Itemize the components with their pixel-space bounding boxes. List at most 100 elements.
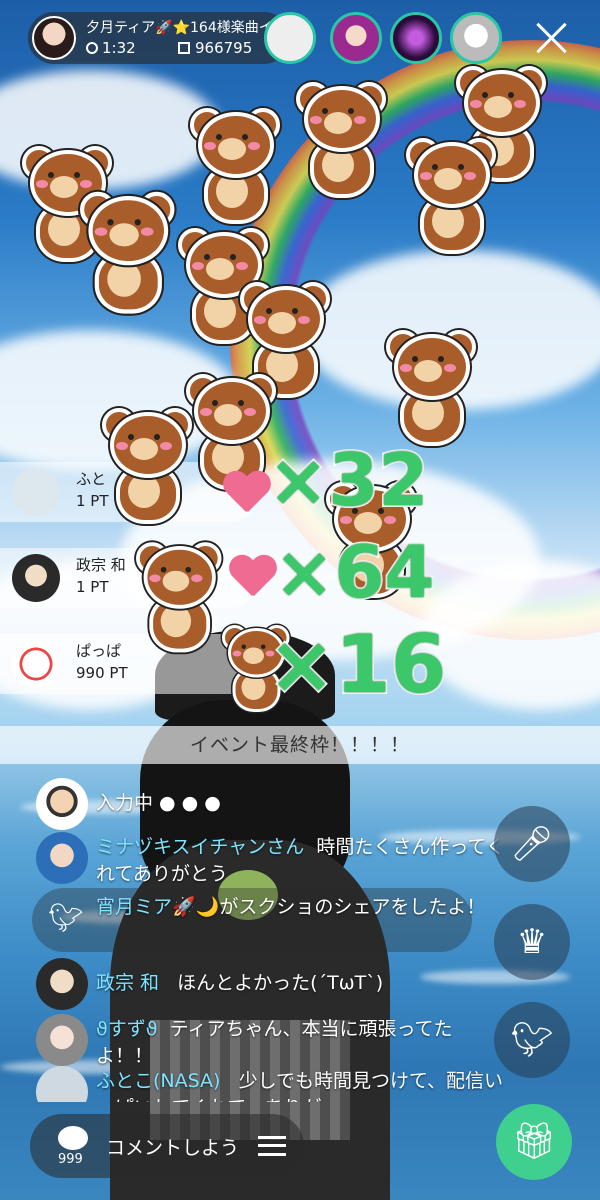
bear-eyer <box>292 308 298 314</box>
bear-eyel <box>432 164 438 170</box>
teddy-bear-gift <box>186 374 276 490</box>
event-banner: イベント最終枠！！！！ <box>0 726 600 764</box>
viewer-avatar[interactable] <box>264 12 316 64</box>
ranking-avatar <box>12 554 60 602</box>
bear-chr <box>298 316 310 324</box>
viewer-avatar[interactable] <box>450 12 502 64</box>
speech-bubble-icon <box>58 1126 88 1150</box>
bear-chl <box>94 227 108 236</box>
chat-text: 政宗 和 ほんとよかった(´TωT`) <box>96 970 506 997</box>
bear-chl <box>254 316 266 324</box>
host-name: 夕月ティア🚀⭐164様楽曲イ… <box>86 20 282 36</box>
host-points: 966795 <box>178 39 252 57</box>
chat-user[interactable]: ふとこ(NASA) <box>96 1070 220 1092</box>
bear-eyer <box>348 108 354 114</box>
twitter-share-button[interactable]: 🐦︎ <box>494 1002 570 1078</box>
bear-muz <box>434 168 462 190</box>
ranking-button[interactable]: ♛ <box>494 904 570 980</box>
chat-user[interactable]: ϑすずϑ <box>96 1018 158 1040</box>
bear-muz <box>50 176 78 198</box>
chat-body: がスクショのシェアをしたよ！ <box>219 896 486 918</box>
bear-eyer <box>261 644 266 649</box>
gift-button[interactable]: 🎁︎ <box>496 1104 572 1180</box>
bear-belly <box>204 294 236 328</box>
bear-belly <box>322 148 354 182</box>
stream-duration-value: 1:32 <box>102 39 136 57</box>
viewer-avatar[interactable] <box>330 12 382 64</box>
heart-icon <box>222 472 270 516</box>
twitter-icon: 🐦︎ <box>510 1020 554 1060</box>
bear-muz <box>484 96 512 118</box>
bear-muz <box>162 570 190 592</box>
bear-chl <box>200 408 212 416</box>
bear-muz <box>268 312 296 334</box>
bear-chr <box>464 172 476 180</box>
host-info-pill[interactable]: 夕月ティア🚀⭐164様楽曲イ… 1:32 966795 <box>28 12 290 64</box>
teddy-bear-gift <box>80 191 175 314</box>
bear-chr <box>191 574 203 583</box>
chat-message: 政宗 和 ほんとよかった(´TωT`) <box>36 958 566 1010</box>
chat-avatar <box>36 832 88 884</box>
chat-text: ミナヅキスイチャンさん 時間たくさん作ってくれてありがとう <box>96 834 506 888</box>
bear-eyel <box>241 644 246 649</box>
crown-icon: ♛ <box>516 922 548 962</box>
bear-chr <box>80 180 92 188</box>
chat-message: 🐦︎ 宵月ミア🚀🌙がスクショのシェアをしたよ！ <box>36 892 566 952</box>
bear-chl <box>420 172 432 180</box>
viewer-avatar[interactable] <box>390 12 442 64</box>
comment-count: 999 <box>58 1152 83 1167</box>
bear-eyer <box>508 92 514 98</box>
chat-user[interactable]: 政宗 和 <box>96 972 159 994</box>
bear-muz <box>130 438 158 460</box>
teddy-bear-gift <box>102 408 192 524</box>
bear-muz <box>109 223 139 247</box>
chat-avatar <box>36 1066 88 1102</box>
teddy-bear-gift <box>136 542 222 653</box>
bear-belly <box>160 604 192 638</box>
bear-eyel <box>322 108 328 114</box>
chat-body: ほんとよかった(´TωT`) <box>177 972 384 994</box>
chat-message: ミナヅキスイチャンさん 時間たくさん作ってくれてありがとう <box>36 832 566 888</box>
bear-belly <box>266 348 298 382</box>
bear-eyer <box>458 164 464 170</box>
chat-user[interactable]: 宵月ミア🚀🌙 <box>96 896 219 918</box>
teddy-bear-gift <box>296 82 386 198</box>
bear-muz <box>414 360 442 382</box>
bear-chl <box>470 100 482 108</box>
bear-eyer <box>238 400 244 406</box>
bear-chr <box>248 142 260 150</box>
bear-muz <box>206 258 234 280</box>
chat-user[interactable]: ミナヅキスイチャンさん <box>96 836 304 858</box>
bear-eyel <box>128 434 134 440</box>
stream-duration: 1:32 <box>86 39 136 57</box>
bear-eyer <box>230 254 236 260</box>
host-avatar[interactable] <box>32 16 76 60</box>
ranking-avatar <box>12 640 60 688</box>
bear-muz <box>218 138 246 160</box>
chat-avatar <box>36 778 88 830</box>
chat-text: ϑすずϑ ティアちゃん、本当に頑張ってたよ！！ <box>96 1016 506 1070</box>
bear-eyel <box>482 92 488 98</box>
bear-belly <box>128 474 160 508</box>
comment-input-bar[interactable]: 999 コメントしよう <box>30 1114 304 1178</box>
mic-list-button[interactable]: 🎤︎ <box>494 806 570 882</box>
bear-eyer <box>438 356 444 362</box>
close-icon[interactable] <box>532 18 572 58</box>
chat-avatar <box>36 1014 88 1066</box>
bear-belly <box>107 261 141 297</box>
ranking-name: 政宗 和 <box>76 556 126 574</box>
bear-eyer <box>74 172 80 178</box>
gift-icon: 🎁︎ <box>511 1121 557 1162</box>
ranking-points: 1 PT <box>76 578 109 596</box>
bear-chl <box>204 142 216 150</box>
bear-belly <box>48 212 80 246</box>
gift-ranking-row[interactable]: ぱっぱ 990 PT <box>0 634 260 694</box>
chat-text: ふとこ(NASA) 少しでも時間見つけて、配信いっぱいしてくれて、ありが <box>96 1068 506 1102</box>
comment-placeholder[interactable]: コメントしよう <box>106 1133 239 1160</box>
bear-chl <box>36 180 48 188</box>
bear-eyel <box>204 254 210 260</box>
bear-eyer <box>242 134 248 140</box>
typing-label: 入力中 ● ● ● <box>96 792 221 814</box>
bear-eyer <box>134 219 141 226</box>
menu-icon[interactable] <box>258 1136 286 1156</box>
